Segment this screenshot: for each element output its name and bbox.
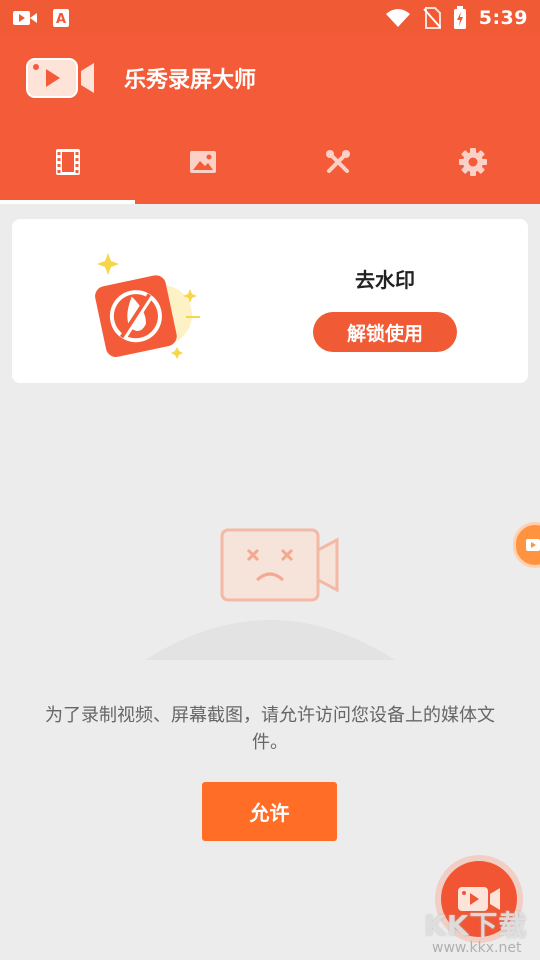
svg-text:A: A [56,12,66,27]
battery-charging-icon [453,6,466,29]
video-camera-logo [26,58,94,98]
floating-recorder-button[interactable] [513,522,540,568]
app-header: 乐秀录屏大师 [0,36,540,120]
tab-images[interactable] [135,120,270,204]
status-time: 5:39 [478,7,528,29]
watermark-main: KK下载 [424,909,528,942]
video-icon [13,11,37,25]
gear-icon [458,148,487,176]
promo-title: 去水印 [355,268,415,292]
tab-settings[interactable] [405,120,540,204]
image-icon [189,151,216,173]
tab-videos[interactable] [0,120,135,204]
app-title: 乐秀录屏大师 [124,68,257,93]
watermark: KK下载 www.kkx.net [420,900,540,960]
tools-icon [325,150,350,173]
status-right: 5:39 [385,6,528,30]
allow-button[interactable]: 允许 [202,782,337,841]
remove-watermark-icon [95,253,200,359]
tab-tools[interactable] [270,120,405,204]
unlock-button[interactable]: 解锁使用 [313,312,457,352]
promo-card [12,219,528,383]
status-left: A [12,8,70,28]
app-a-icon: A [53,9,69,27]
no-sim-icon [422,7,441,29]
wifi-icon [385,9,410,27]
tab-bar [0,120,540,204]
film-icon [55,149,80,175]
status-bar: A 5:39 [0,0,540,36]
watermark-sub: www.kkx.net [432,940,522,956]
permission-text: 为了录制视频、屏幕截图，请允许访问您设备上的媒体文件。 [45,705,495,753]
sad-video-camera-icon [145,528,395,660]
floating-recorder-icon [526,539,540,551]
